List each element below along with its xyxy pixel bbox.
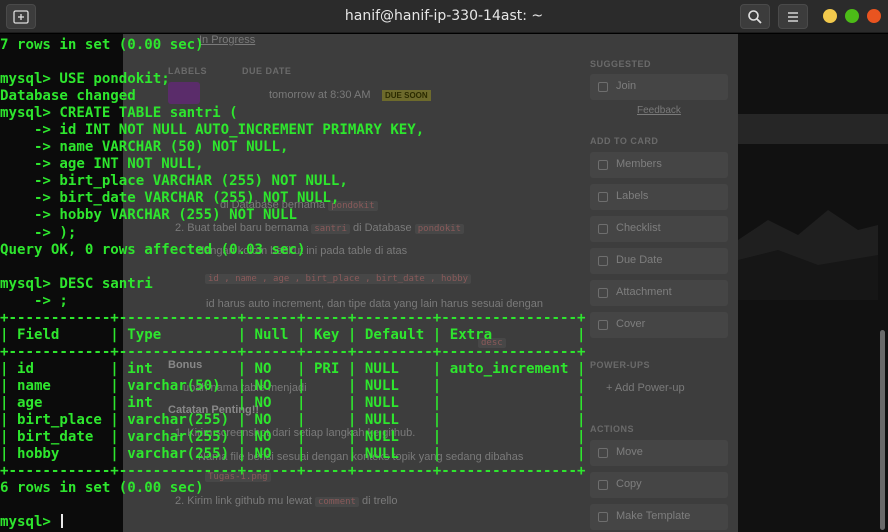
bg-labels-button: Labels xyxy=(590,184,728,210)
bg-members-button: Members xyxy=(590,152,728,178)
close-button[interactable] xyxy=(867,9,881,23)
terminal-line: -> age INT NOT NULL, xyxy=(0,156,204,173)
terminal-line: mysql> DESC santri xyxy=(0,275,153,292)
template-icon xyxy=(598,512,608,522)
terminal-line: +------------+--------------+------+----… xyxy=(0,343,586,360)
bg-move-button: Move xyxy=(590,440,728,466)
terminal-line: mysql> USE pondokit; xyxy=(0,71,170,88)
person-icon xyxy=(598,82,608,92)
bg-join-button: Join xyxy=(590,74,728,100)
copy-icon xyxy=(598,480,608,490)
bg-actions-heading: ACTIONS xyxy=(590,424,634,434)
bg-add-to-card-heading: ADD TO CARD xyxy=(590,136,659,146)
bg-due-date-button: Due Date xyxy=(590,248,728,274)
terminal-line: Database changed xyxy=(0,88,136,105)
search-icon xyxy=(748,9,762,24)
terminal-line: -> ; xyxy=(0,292,68,309)
text-cursor xyxy=(61,514,64,529)
terminal-line: -> id INT NOT NULL AUTO_INCREMENT PRIMAR… xyxy=(0,122,425,139)
terminal-line: | Field | Type | Null | Key | Default | … xyxy=(0,326,586,343)
terminal-line: | age | int | NO | | NULL | | xyxy=(0,394,586,411)
terminal-line: +------------+--------------+------+----… xyxy=(0,463,586,480)
minimize-button[interactable] xyxy=(823,9,837,23)
terminal-line: -> hobby VARCHAR (255) NOT NULL xyxy=(0,207,297,224)
terminal-output[interactable]: 7 rows in set (0.00 sec) mysql> USE pond… xyxy=(0,37,585,531)
terminal-line: -> birt_place VARCHAR (255) NOT NULL, xyxy=(0,173,348,190)
terminal-line: 7 rows in set (0.00 sec) xyxy=(0,37,204,53)
bg-checklist-button: Checklist xyxy=(590,216,728,242)
terminal-line: 6 rows in set (0.00 sec) xyxy=(0,480,204,497)
terminal-line: | name | varchar(50) | NO | | NULL | | xyxy=(0,377,586,394)
terminal-line: | birt_date | varchar(255) | NO | | NULL… xyxy=(0,429,586,446)
terminal-line: -> birt_date VARCHAR (255) NOT NULL, xyxy=(0,190,340,207)
bg-feedback-link: Feedback xyxy=(637,105,681,116)
bg-add-powerup: + Add Power-up xyxy=(606,382,685,394)
terminal-line: | hobby | varchar(255) | NO | | NULL | | xyxy=(0,446,586,463)
bg-cover-button: Cover xyxy=(590,312,728,338)
scrollbar[interactable] xyxy=(880,330,885,530)
cover-icon xyxy=(598,320,608,330)
maximize-button[interactable] xyxy=(845,9,859,23)
bg-powerups-heading: POWER-UPS xyxy=(590,360,651,370)
tag-icon xyxy=(598,192,608,202)
title-bar: hanif@hanif-ip-330-14ast: ~ xyxy=(0,0,888,33)
paperclip-icon xyxy=(598,288,608,298)
bg-template-button: Make Template xyxy=(590,504,728,530)
clock-icon xyxy=(598,256,608,266)
bg-suggested-heading: SUGGESTED xyxy=(590,59,652,69)
search-button[interactable] xyxy=(740,4,770,29)
arrow-icon xyxy=(598,448,608,458)
terminal-line: mysql> CREATE TABLE santri ( xyxy=(0,105,238,122)
terminal-line: -> ); xyxy=(0,224,77,241)
person-icon xyxy=(598,160,608,170)
terminal-line: mysql> xyxy=(0,514,585,531)
background-mountain-image xyxy=(738,210,878,300)
bg-copy-button: Copy xyxy=(590,472,728,498)
checklist-icon xyxy=(598,224,608,234)
hamburger-icon xyxy=(788,11,798,22)
terminal-line: Query OK, 0 rows affected (0.03 sec) xyxy=(0,241,306,258)
terminal-line: | birt_place | varchar(255) | NO | | NUL… xyxy=(0,412,586,429)
bg-attachment-button: Attachment xyxy=(590,280,728,306)
terminal-line: +------------+--------------+------+----… xyxy=(0,309,586,326)
menu-button[interactable] xyxy=(778,4,808,29)
terminal-line: -> name VARCHAR (50) NOT NULL, xyxy=(0,139,289,156)
terminal-line: | id | int | NO | PRI | NULL | auto_incr… xyxy=(0,360,586,377)
